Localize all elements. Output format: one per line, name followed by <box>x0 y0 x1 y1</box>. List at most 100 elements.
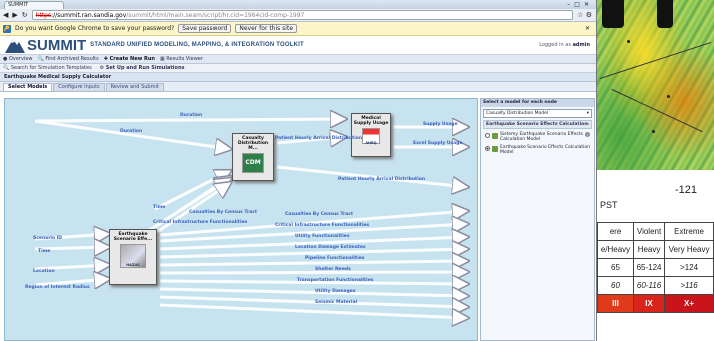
table-cell: X+ <box>664 294 714 313</box>
connection-label: Seismic Material <box>315 300 358 305</box>
node-casualty-distribution[interactable]: Casualty Distribution M... CDM <box>232 133 274 181</box>
toolbar-icons: ☆ ⚙ <box>577 11 596 19</box>
radio-button[interactable] <box>485 133 490 138</box>
search-templates-link[interactable]: 🔍 Search for Simulation Templates <box>3 65 92 71</box>
collapse-icon[interactable]: « <box>586 122 589 127</box>
menu-label: Results Viewer <box>166 56 203 62</box>
connection-label: Patient Hourly Arrival Distribution <box>338 177 426 182</box>
never-for-site-button[interactable]: Never for this site <box>235 24 298 33</box>
table-cell: IX <box>633 294 666 313</box>
model-option-label: Earthquake Scenario Effects Calculation … <box>500 145 590 155</box>
table-cell: Heavy <box>633 240 666 259</box>
model-icon <box>492 133 498 139</box>
panel-heading: Select a model for each node <box>481 99 594 107</box>
connection-label: Transportation Functionalities <box>297 278 374 283</box>
map-city-dot <box>627 40 630 43</box>
connection-label: Location Damage Estimates <box>295 245 366 250</box>
menu-label: Overview <box>8 56 33 62</box>
model-option[interactable]: Sistemy Earthquake Scenario Effects Calc… <box>485 132 590 142</box>
summit-logo-icon <box>5 37 25 53</box>
map-dark-region <box>602 0 624 28</box>
connection-label: Duration <box>180 113 203 118</box>
table-cell: Violent <box>633 222 666 241</box>
window-controls: –□✕ <box>567 1 593 8</box>
section-title: Earthquake Scenario Effects Calculation <box>486 122 588 127</box>
map-fault-line <box>611 88 703 133</box>
toolbar-label: Search for Simulation Templates <box>10 65 92 71</box>
table-cell: >116 <box>664 276 714 295</box>
app-name: SUMMIT <box>27 36 87 54</box>
address-bar: ◀ ▶ ↻ https://summit.ran.sandia.gov/summ… <box>0 9 596 22</box>
radio-button[interactable] <box>485 146 490 151</box>
main-menu: ● Overview 🔍 Find Archived Results ✚ Cre… <box>0 55 596 64</box>
node-medical-supply[interactable]: Medical Supply Usage AHRQ <box>351 113 391 157</box>
url-path: /summit/html/main.seam/script/hr.cid=196… <box>126 12 305 19</box>
node-title: Earthquake Scenario Effe... <box>113 232 153 242</box>
password-prompt: Do you want Google Chrome to save your p… <box>15 25 175 32</box>
info-icon[interactable]: i <box>585 132 590 137</box>
connection-label: Scenario ID <box>33 236 63 241</box>
save-password-button[interactable]: Save password <box>178 24 232 33</box>
app-header: SUMMIT STANDARD UNIFIED MODELING, MAPPIN… <box>0 36 596 55</box>
model-diagram-canvas[interactable]: Medical Supply Usage AHRQ Casualty Distr… <box>4 98 478 341</box>
model-section-header[interactable]: Earthquake Scenario Effects Calculation … <box>483 120 592 129</box>
table-row: 65 65-124 >124 <box>596 258 714 277</box>
connection-label: Supply Usage <box>423 122 458 127</box>
node-title: Medical Supply Usage <box>353 116 389 126</box>
secondary-toolbar: 🔍 Search for Simulation Templates ⚙ Set … <box>0 64 596 73</box>
table-cell: 65 <box>596 258 635 277</box>
connection-label: Pipeline Functionalities <box>305 256 365 261</box>
forward-icon[interactable]: ▶ <box>12 11 17 19</box>
setup-run-link[interactable]: ⚙ Set Up and Run Simulations <box>100 65 185 71</box>
node-logo-text: HAZUS <box>126 263 140 267</box>
table-cell: ere <box>596 222 635 241</box>
menu-item-create-run[interactable]: ✚ Create New Run <box>104 56 155 62</box>
map-longitude-tick: -121 <box>675 184 698 196</box>
node-title: Casualty Distribution M... <box>237 136 269 151</box>
menu-item-find-archived[interactable]: 🔍 Find Archived Results <box>38 56 99 62</box>
reload-icon[interactable]: ↻ <box>22 11 28 19</box>
map-city-dot <box>652 130 655 133</box>
connection-label: Critical Infrastructure Functionalities <box>153 220 248 225</box>
node-earthquake-scenario[interactable]: Earthquake Scenario Effe... HAZUS <box>109 229 157 285</box>
connection-label: Region of Interest Radius <box>25 285 90 290</box>
medical-logo-icon: AHRQ <box>362 128 380 145</box>
menu-label: Create New Run <box>109 56 155 62</box>
connection-label: Utility Damages <box>315 289 356 294</box>
maximize-icon[interactable]: □ <box>574 1 584 8</box>
table-cell: Extreme <box>664 222 714 241</box>
app-tagline: STANDARD UNIFIED MODELING, MAPPING, & IN… <box>90 42 304 48</box>
model-selection-panel: Select a model for each node Casualty Di… <box>480 98 595 341</box>
tab-select-models[interactable]: Select Models <box>3 83 53 91</box>
model-option-label: Sistemy Earthquake Scenario Effects Calc… <box>500 132 583 142</box>
map-dark-region <box>657 0 673 28</box>
dropdown-value: Casualty Distribution Model <box>486 111 549 116</box>
tab-review-submit[interactable]: Review and Submit <box>105 83 164 91</box>
connection-label: Duration <box>120 129 143 134</box>
close-infobar-icon[interactable]: ✕ <box>585 25 590 32</box>
model-option[interactable]: Earthquake Scenario Effects Calculation … <box>485 145 590 155</box>
connection-label: Critical Infrastructure Functionalities <box>275 223 370 228</box>
table-cell: 60 <box>596 276 635 295</box>
table-cell: III <box>596 294 635 313</box>
table-cell: >124 <box>664 258 714 277</box>
cdm-logo-icon: CDM <box>242 153 264 173</box>
logged-in-user[interactable]: admin <box>573 42 590 48</box>
menu-item-overview[interactable]: ● Overview <box>3 56 33 62</box>
connection-label: Patient Hourly Arrival Distribution <box>275 136 363 141</box>
menu-item-results-viewer[interactable]: ▦ Results Viewer <box>160 56 203 62</box>
url-host: ://summit.ran.sandia.gov <box>51 12 127 19</box>
tab-title: SUMMIT <box>8 2 28 8</box>
hazus-logo-icon: HAZUS <box>120 244 146 268</box>
back-icon[interactable]: ◀ <box>3 11 8 19</box>
wrench-icon[interactable]: ⚙ <box>586 11 592 19</box>
save-password-infobar: 🔑 Do you want Google Chrome to save your… <box>0 22 596 36</box>
close-icon[interactable]: ✕ <box>584 1 593 8</box>
tab-strip: SUMMIT –□✕ <box>0 0 596 9</box>
logged-in-status: Logged in as admin <box>539 42 590 48</box>
browser-tab[interactable]: SUMMIT <box>4 1 64 9</box>
url-field[interactable]: https://summit.ran.sandia.gov/summit/htm… <box>31 10 574 20</box>
star-icon[interactable]: ☆ <box>577 11 583 19</box>
node-model-dropdown[interactable]: Casualty Distribution Model ▾ <box>483 109 592 118</box>
tab-configure-inputs[interactable]: Configure Inputs <box>53 83 105 91</box>
